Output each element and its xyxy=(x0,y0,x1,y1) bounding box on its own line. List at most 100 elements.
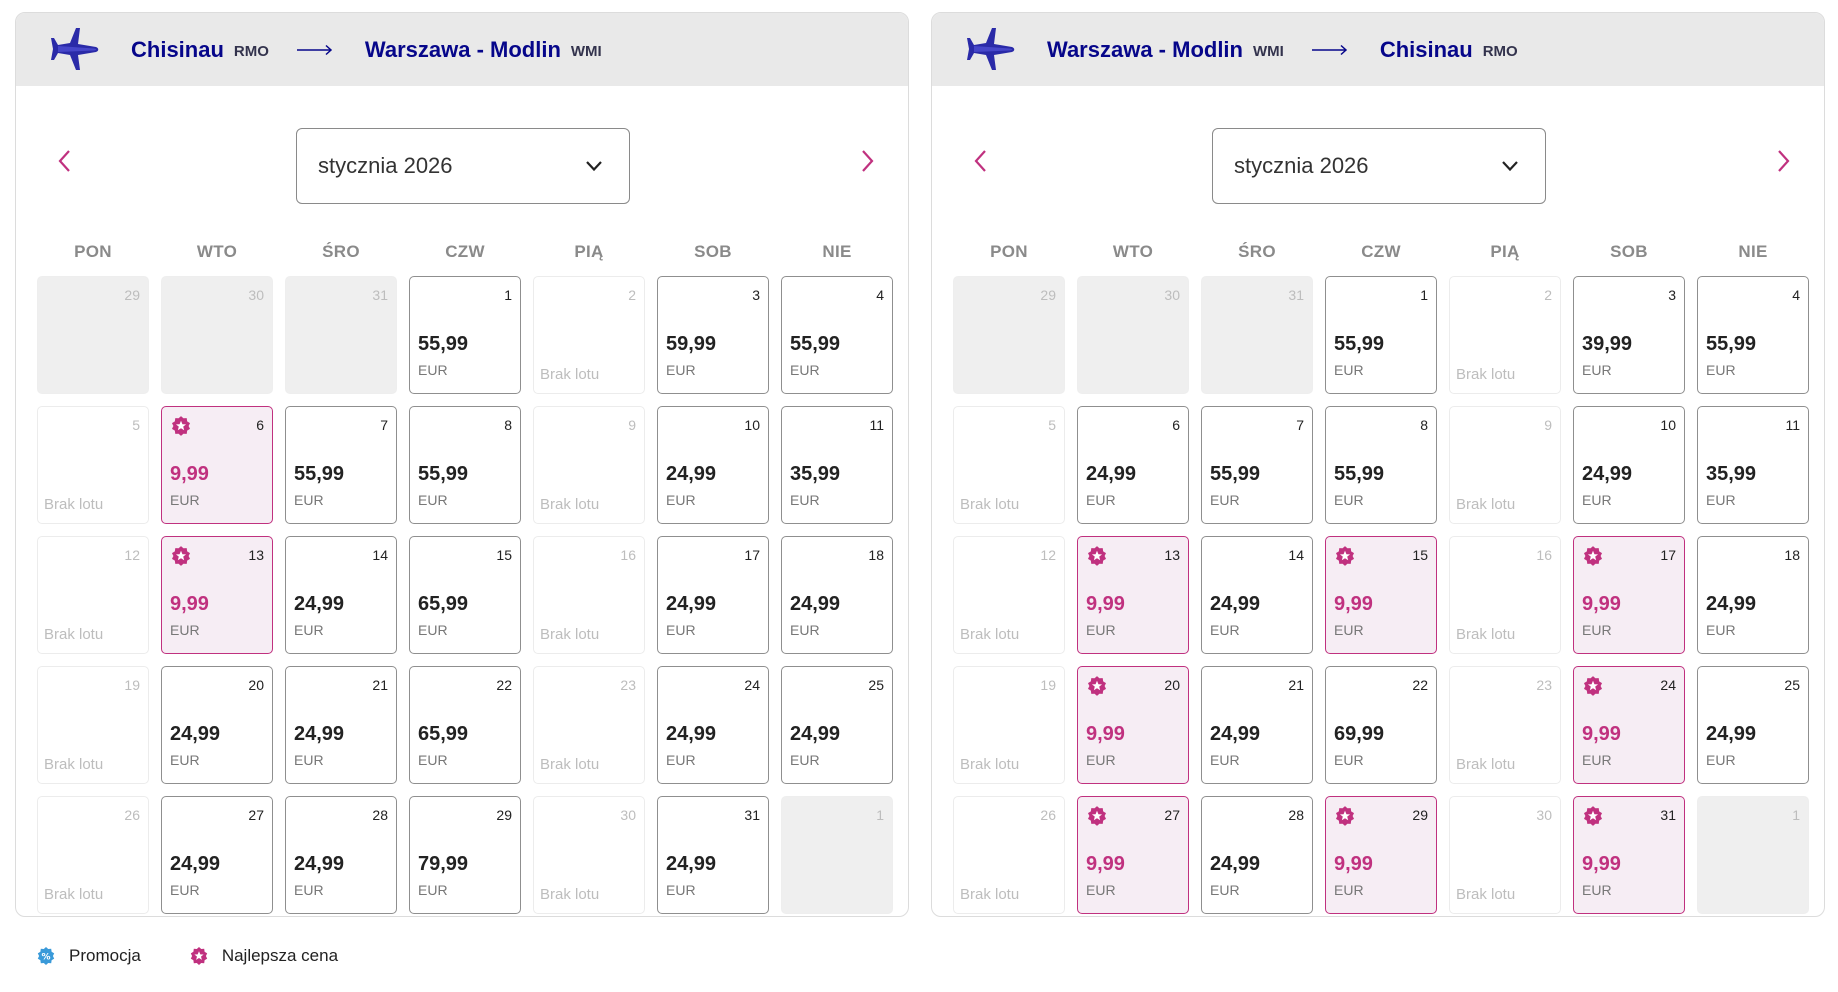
fare-currency: EUR xyxy=(294,492,324,508)
fare-day-cell[interactable]: 6 24,99 EUR xyxy=(1077,406,1189,524)
fare-day-cell[interactable]: 31 24,99 EUR xyxy=(657,796,769,914)
fare-day-cell[interactable]: 3 59,99 EUR xyxy=(657,276,769,394)
best-price-day-cell[interactable]: 24 9,99 EUR xyxy=(1573,666,1685,784)
fare-currency: EUR xyxy=(1706,752,1736,768)
month-select[interactable]: stycznia 2026 xyxy=(1212,128,1546,204)
fare-day-cell[interactable]: 29 79,99 EUR xyxy=(409,796,521,914)
fare-day-cell[interactable]: 4 55,99 EUR xyxy=(1697,276,1809,394)
fare-price: 9,99 xyxy=(1086,593,1125,615)
no-flight-day-cell: 23 Brak lotu xyxy=(1449,666,1561,784)
fare-day-cell[interactable]: 1 55,99 EUR xyxy=(1325,276,1437,394)
weekday-label: ŚRO xyxy=(1238,242,1276,261)
weekday-header: PON WTO ŚRO CZW PIĄ SOB NIE xyxy=(16,234,908,270)
previous-month-button[interactable] xyxy=(52,144,76,178)
fare-price: 24,99 xyxy=(666,593,717,615)
fare-currency: EUR xyxy=(170,882,200,898)
fare-price: 24,99 xyxy=(1086,463,1137,485)
percent-badge-icon: % xyxy=(37,947,55,965)
day-number: 12 xyxy=(1040,547,1056,563)
outbound-calendar-panel: Chisinau RMO Warszawa - Modlin WMI stycz… xyxy=(15,12,909,917)
previous-month-button[interactable] xyxy=(968,144,992,178)
fare-price: 24,99 xyxy=(1706,723,1757,745)
fare-day-cell[interactable]: 25 24,99 EUR xyxy=(781,666,893,784)
day-number: 21 xyxy=(1288,677,1304,693)
day-number: 5 xyxy=(132,417,140,433)
day-number: 6 xyxy=(1172,417,1180,433)
fare-day-cell[interactable]: 10 24,99 EUR xyxy=(657,406,769,524)
month-select-value: stycznia 2026 xyxy=(318,153,453,178)
next-month-button[interactable] xyxy=(856,144,880,178)
best-price-day-cell[interactable]: 31 9,99 EUR xyxy=(1573,796,1685,914)
fare-day-cell[interactable]: 18 24,99 EUR xyxy=(781,536,893,654)
weekday-label: PIĄ xyxy=(1490,242,1520,261)
fare-day-cell[interactable]: 28 24,99 EUR xyxy=(285,796,397,914)
calendar-week: 12 Brak lotu 13 9,99 EUR 14 24,99 EUR 15 9,99 EUR 1… xyxy=(953,536,1824,654)
fare-day-cell[interactable]: 14 24,99 EUR xyxy=(1201,536,1313,654)
best-price-day-cell[interactable]: 13 9,99 EUR xyxy=(161,536,273,654)
fare-day-cell[interactable]: 7 55,99 EUR xyxy=(285,406,397,524)
chevron-left-icon xyxy=(58,150,70,172)
fare-day-cell[interactable]: 28 24,99 EUR xyxy=(1201,796,1313,914)
fare-day-cell[interactable]: 14 24,99 EUR xyxy=(285,536,397,654)
fare-currency: EUR xyxy=(1582,752,1612,768)
fare-day-cell[interactable]: 27 24,99 EUR xyxy=(161,796,273,914)
fare-price: 55,99 xyxy=(418,333,469,355)
fare-day-cell[interactable]: 11 35,99 EUR xyxy=(781,406,893,524)
weekday-label: WTO xyxy=(1112,242,1154,261)
no-flight-label: Brak lotu xyxy=(44,626,104,643)
fare-day-cell[interactable]: 18 24,99 EUR xyxy=(1697,536,1809,654)
fare-day-cell[interactable]: 21 24,99 EUR xyxy=(285,666,397,784)
best-price-day-cell[interactable]: 15 9,99 EUR xyxy=(1325,536,1437,654)
fare-day-cell[interactable]: 25 24,99 EUR xyxy=(1697,666,1809,784)
route: Warszawa - Modlin WMI Chisinau RMO xyxy=(1047,13,1528,86)
fare-day-cell[interactable]: 7 55,99 EUR xyxy=(1201,406,1313,524)
fare-day-cell[interactable]: 24 24,99 EUR xyxy=(657,666,769,784)
day-number: 8 xyxy=(504,417,512,433)
no-flight-label: Brak lotu xyxy=(540,886,600,903)
day-number: 12 xyxy=(124,547,140,563)
route-header: Chisinau RMO Warszawa - Modlin WMI xyxy=(16,13,908,86)
no-flight-day-cell: 12 Brak lotu xyxy=(953,536,1065,654)
best-price-day-cell[interactable]: 27 9,99 EUR xyxy=(1077,796,1189,914)
best-price-day-cell[interactable]: 13 9,99 EUR xyxy=(1077,536,1189,654)
day-number: 2 xyxy=(1544,287,1552,303)
fare-day-cell[interactable]: 22 69,99 EUR xyxy=(1325,666,1437,784)
destination-city: Chisinau xyxy=(1379,36,1473,62)
destination-code: WMI xyxy=(570,43,602,60)
fare-day-cell[interactable]: 17 24,99 EUR xyxy=(657,536,769,654)
fare-calendars: Chisinau RMO Warszawa - Modlin WMI stycz… xyxy=(15,12,1825,917)
fare-day-cell[interactable]: 21 24,99 EUR xyxy=(1201,666,1313,784)
fare-day-cell[interactable]: 15 65,99 EUR xyxy=(409,536,521,654)
day-number: 11 xyxy=(869,417,884,433)
fare-day-cell[interactable]: 22 65,99 EUR xyxy=(409,666,521,784)
day-number: 28 xyxy=(1288,807,1304,823)
fare-day-cell[interactable]: 3 39,99 EUR xyxy=(1573,276,1685,394)
no-flight-day-cell: 9 Brak lotu xyxy=(1449,406,1561,524)
best-price-day-cell[interactable]: 17 9,99 EUR xyxy=(1573,536,1685,654)
best-price-day-cell[interactable]: 29 9,99 EUR xyxy=(1325,796,1437,914)
no-flight-day-cell: 30 Brak lotu xyxy=(533,796,645,914)
arrow-right-icon xyxy=(1311,44,1347,55)
fare-day-cell[interactable]: 1 55,99 EUR xyxy=(409,276,521,394)
day-number: 29 xyxy=(1412,807,1428,823)
next-month-button[interactable] xyxy=(1772,144,1796,178)
fare-day-cell[interactable]: 20 24,99 EUR xyxy=(161,666,273,784)
month-select[interactable]: stycznia 2026 xyxy=(296,128,630,204)
day-number: 26 xyxy=(124,807,140,823)
best-price-day-cell[interactable]: 6 9,99 EUR xyxy=(161,406,273,524)
route: Chisinau RMO Warszawa - Modlin WMI xyxy=(131,13,612,86)
day-number: 28 xyxy=(372,807,388,823)
fare-day-cell[interactable]: 8 55,99 EUR xyxy=(409,406,521,524)
no-flight-label: Brak lotu xyxy=(960,886,1020,903)
calendar-week: 29 30 31 1 55,99 EUR 2 Brak lotu 3 59,99 EUR 4 55,99… xyxy=(37,276,908,394)
day-number: 7 xyxy=(380,417,388,433)
fare-day-cell[interactable]: 8 55,99 EUR xyxy=(1325,406,1437,524)
calendar-week: 29 30 31 1 55,99 EUR 2 Brak lotu 3 39,99 EUR 4 55,99… xyxy=(953,276,1824,394)
fare-day-cell[interactable]: 4 55,99 EUR xyxy=(781,276,893,394)
weekday-label: SOB xyxy=(694,242,732,261)
fare-day-cell[interactable]: 10 24,99 EUR xyxy=(1573,406,1685,524)
fare-day-cell[interactable]: 11 35,99 EUR xyxy=(1697,406,1809,524)
day-number: 19 xyxy=(1040,677,1056,693)
calendar-week: 5 Brak lotu 6 9,99 EUR 7 55,99 EUR 8 55,99 EUR 9 Bra… xyxy=(37,406,908,524)
best-price-day-cell[interactable]: 20 9,99 EUR xyxy=(1077,666,1189,784)
